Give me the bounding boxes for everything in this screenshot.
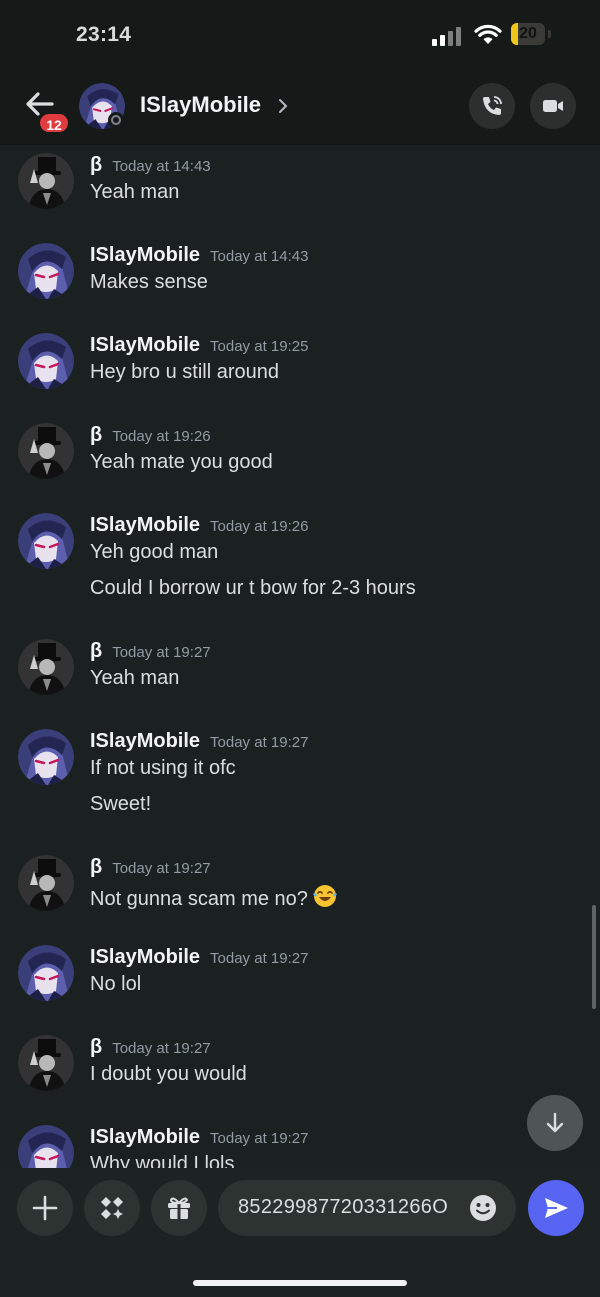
scrollbar[interactable]: [592, 905, 596, 1009]
message-author[interactable]: β Today at 14:43: [90, 154, 211, 177]
plus-icon: [32, 1195, 58, 1221]
avatar[interactable]: [18, 639, 74, 695]
add-attachment-button[interactable]: [17, 1180, 73, 1236]
author-name[interactable]: ISlayMobile: [90, 514, 200, 536]
avatar[interactable]: [18, 153, 74, 209]
message-list[interactable]: β Today at 14:43 Yeah man ISlayMobile Toda…: [0, 145, 600, 1168]
gift-icon: [168, 1197, 190, 1219]
battery-icon: 20: [511, 23, 545, 45]
message-text: Hey bro u still around: [90, 361, 279, 383]
status-time: 23:14: [76, 23, 132, 46]
message-author[interactable]: ISlayMobile Today at 14:43: [90, 244, 308, 267]
message-author[interactable]: ISlayMobile Today at 19:25: [90, 334, 308, 357]
message-input[interactable]: 85229987720331266O: [218, 1180, 516, 1236]
message-timestamp: Today at 14:43: [112, 158, 211, 175]
wifi-icon: [474, 24, 502, 44]
channel-header: 12 ISlayMobile: [0, 72, 600, 145]
message-author[interactable]: β Today at 19:27: [90, 640, 211, 663]
message-text: Not gunna scam me no?: [90, 883, 338, 911]
avatar[interactable]: [18, 1125, 74, 1168]
message-text: Yeah mate you good: [90, 451, 273, 473]
apps-button[interactable]: [84, 1180, 140, 1236]
message-timestamp: Today at 19:25: [210, 338, 309, 355]
jump-to-present-button[interactable]: [527, 1095, 583, 1151]
avatar[interactable]: [18, 729, 74, 785]
message-text: Why would I lols: [90, 1153, 235, 1168]
avatar[interactable]: [18, 1035, 74, 1091]
author-name[interactable]: β: [90, 856, 102, 878]
message-timestamp: Today at 19:26: [210, 518, 309, 535]
message-text: I doubt you would: [90, 1063, 247, 1085]
message-text: If not using it ofc: [90, 757, 236, 779]
avatar[interactable]: [18, 243, 74, 299]
message-timestamp: Today at 14:43: [210, 248, 309, 265]
message-text: Yeah man: [90, 181, 180, 203]
message-author[interactable]: ISlayMobile Today at 19:26: [90, 514, 308, 537]
unread-badge: 12: [38, 112, 70, 134]
avatar[interactable]: [18, 855, 74, 911]
avatar[interactable]: [18, 423, 74, 479]
face-with-tears-of-joy-icon: [312, 885, 337, 907]
message-author[interactable]: β Today at 19:26: [90, 424, 211, 447]
status-indicator: [108, 112, 124, 128]
home-indicator: [193, 1280, 407, 1286]
message-text: No lol: [90, 973, 142, 995]
message-text: Makes sense: [90, 271, 208, 293]
smile-icon[interactable]: [468, 1193, 498, 1223]
message-timestamp: Today at 19:27: [112, 1040, 211, 1057]
message-composer: 85229987720331266O: [0, 1168, 600, 1297]
battery-level: 20: [519, 25, 537, 42]
message-text: Yeh good man: [90, 541, 219, 563]
message-author[interactable]: ISlayMobile Today at 19:27: [90, 946, 308, 969]
message-timestamp: Today at 19:27: [112, 860, 211, 877]
message-timestamp: Today at 19:27: [210, 734, 309, 751]
avatar[interactable]: [18, 333, 74, 389]
message-author[interactable]: β Today at 19:27: [90, 1036, 211, 1059]
avatar[interactable]: [18, 945, 74, 1001]
gift-button[interactable]: [151, 1180, 207, 1236]
message-text: Sweet!: [90, 793, 152, 815]
message-author[interactable]: β Today at 19:27: [90, 856, 211, 879]
message-timestamp: Today at 19:27: [210, 1130, 309, 1147]
phone-call-icon: [483, 96, 502, 115]
message-text-content: Not gunna scam me no?: [90, 888, 308, 910]
message-timestamp: Today at 19:27: [210, 950, 309, 967]
message-author[interactable]: ISlayMobile Today at 19:27: [90, 1126, 308, 1149]
author-name[interactable]: ISlayMobile: [90, 244, 200, 266]
avatar[interactable]: [18, 513, 74, 569]
apps-icon: [101, 1197, 123, 1219]
send-button[interactable]: [528, 1180, 584, 1236]
message-author[interactable]: ISlayMobile Today at 19:27: [90, 730, 308, 753]
author-name[interactable]: β: [90, 1036, 102, 1058]
message-input-value[interactable]: 85229987720331266O: [238, 1196, 448, 1219]
chevron-right-icon[interactable]: [278, 98, 288, 114]
message-timestamp: Today at 19:27: [112, 644, 211, 661]
author-name[interactable]: β: [90, 424, 102, 446]
battery-nub: [548, 30, 551, 38]
status-bar: 23:14 20: [0, 0, 600, 72]
author-name[interactable]: β: [90, 154, 102, 176]
author-name[interactable]: ISlayMobile: [90, 946, 200, 968]
channel-name[interactable]: ISlayMobile: [140, 92, 261, 118]
author-name[interactable]: ISlayMobile: [90, 730, 200, 752]
voice-call-button[interactable]: [469, 83, 515, 129]
author-name[interactable]: ISlayMobile: [90, 1126, 200, 1148]
message-timestamp: Today at 19:26: [112, 428, 211, 445]
message-text: Yeah man: [90, 667, 180, 689]
send-icon: [545, 1198, 568, 1218]
video-camera-icon: [543, 100, 563, 112]
message-text: Could I borrow ur t bow for 2-3 hours: [90, 577, 416, 599]
author-name[interactable]: ISlayMobile: [90, 334, 200, 356]
author-name[interactable]: β: [90, 640, 102, 662]
video-call-button[interactable]: [530, 83, 576, 129]
cellular-signal-icon: [432, 26, 464, 46]
arrow-down-icon: [546, 1112, 564, 1133]
